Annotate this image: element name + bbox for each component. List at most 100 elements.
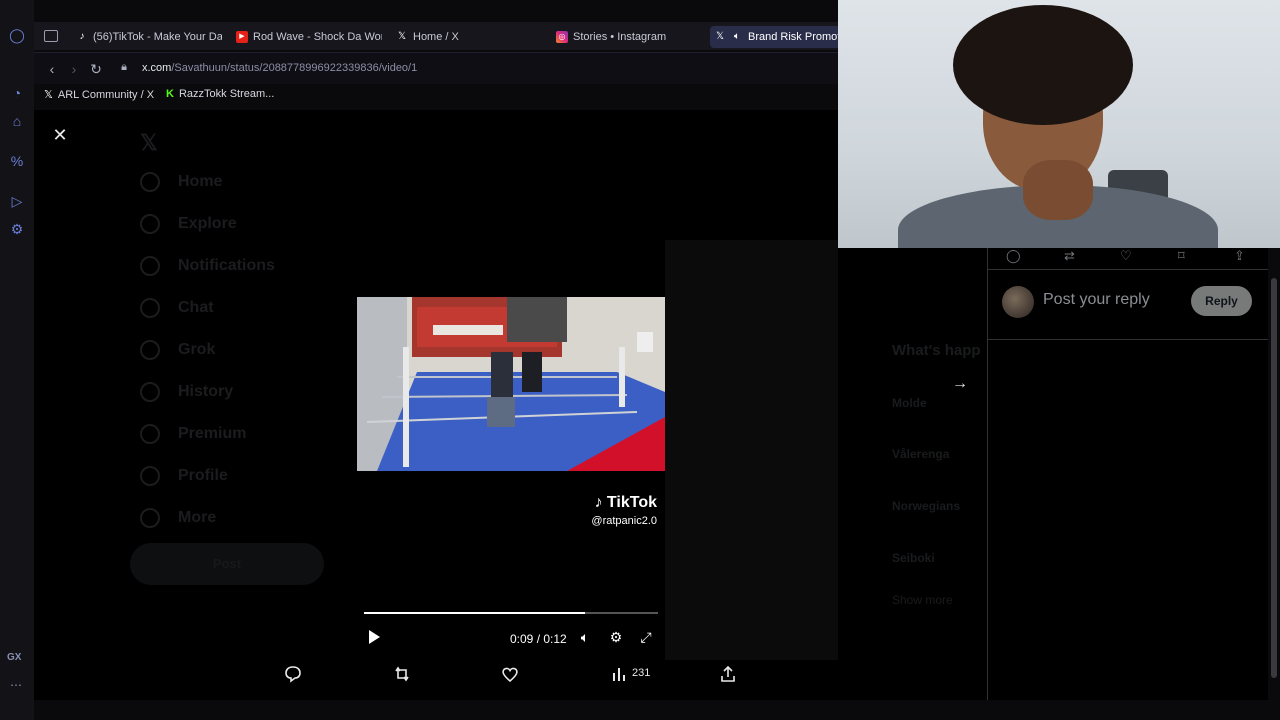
post-button-dimmed: Post <box>130 543 324 585</box>
url-path: /Savathuun/status/2088778996922339836/vi… <box>171 62 418 74</box>
nav-premium: Premium <box>140 424 246 444</box>
tweet-action-bar: 231 <box>270 665 750 691</box>
tab-label: Stories • Instagram <box>573 31 667 43</box>
duration: 0:12 <box>543 632 567 646</box>
views-stat[interactable]: 231 <box>612 665 650 681</box>
close-media-button[interactable]: ✕ <box>50 125 70 145</box>
nav-grok: Grok <box>140 340 215 360</box>
send-icon[interactable]: ▷ <box>8 192 26 210</box>
video-controls: 0:09 / 0:12 🔈︎ ⚙ ⤢ <box>357 628 665 650</box>
nav-label: Profile <box>178 467 228 484</box>
back-button[interactable]: ‹ <box>44 61 60 77</box>
avatar[interactable] <box>1002 286 1034 318</box>
speaker-icon[interactable]: 🔈︎ <box>731 31 743 43</box>
aria-icon[interactable]: ⌂ <box>8 112 26 130</box>
bookmark-arl[interactable]: 𝕏 ARL Community / X <box>44 88 154 102</box>
reply-button[interactable]: Reply <box>1191 286 1252 316</box>
tab-instagram[interactable]: ◎ Stories • Instagram <box>552 26 702 48</box>
speed-dial-icon[interactable]: ◔ <box>8 84 26 102</box>
tiktok-icon: ♪ <box>594 494 603 511</box>
tab-label: Brand Risk Promoti <box>748 31 840 43</box>
tab-menu-icon[interactable] <box>44 30 58 42</box>
current-time: 0:09 <box>510 632 534 646</box>
share-icon[interactable]: ⇪ <box>1234 248 1245 264</box>
nav-label: More <box>178 509 217 526</box>
like-icon[interactable]: ♡ <box>1120 248 1132 264</box>
nav-label: History <box>178 383 234 400</box>
nav-label: Notifications <box>178 257 275 274</box>
play-icon[interactable] <box>369 630 380 644</box>
nav-notifications: Notifications <box>140 256 275 276</box>
nav-label: Explore <box>178 215 237 232</box>
nav-label: Grok <box>178 341 216 358</box>
youtube-icon: ▶ <box>236 31 248 43</box>
video-progress-fill <box>364 612 585 614</box>
tab-label: Rod Wave - Shock Da World <box>253 31 382 43</box>
watermark-brand: TikTok <box>606 494 657 511</box>
time-separator: / <box>533 632 544 646</box>
nav-label: Home <box>178 173 223 190</box>
trends-heading: What's happ <box>892 342 981 359</box>
volume-icon[interactable]: 🔈︎ <box>577 629 593 645</box>
nav-more: More <box>140 508 216 528</box>
address-bar: ‹ › ↻ 🔒︎ x.com/Savathuun/status/20887789… <box>34 52 838 84</box>
x-logo-icon: 𝕏 <box>140 130 158 155</box>
settings-icon[interactable]: ⚙ <box>8 220 26 238</box>
nav-home: Home <box>140 172 222 192</box>
views-count: 231 <box>632 667 651 679</box>
kick-icon: K <box>166 88 174 100</box>
gx-label[interactable]: GX <box>7 652 21 663</box>
reply-composer: Post your reply Reply <box>988 270 1269 340</box>
video-progress-bar[interactable] <box>364 612 658 614</box>
tiktok-watermark: ♪ TikTok @ratpanic2.0 <box>591 494 657 527</box>
analytics-icon <box>613 668 625 681</box>
instagram-icon: ◎ <box>556 31 568 43</box>
repost-icon[interactable] <box>393 665 411 683</box>
reply-icon[interactable] <box>284 665 302 683</box>
video-frame-boxing-gym <box>357 297 665 471</box>
tab-tiktok[interactable]: ♪ (56)TikTok - Make Your Day <box>72 26 223 48</box>
percent-icon[interactable]: % <box>8 152 26 170</box>
share-icon[interactable] <box>719 665 737 683</box>
settings-gear-icon[interactable]: ⚙ <box>608 629 624 645</box>
dimmed-tweet-panel <box>665 240 838 660</box>
video-time: 0:09 / 0:12 <box>510 632 567 646</box>
bookmarks-bar: 𝕏 ARL Community / X K RazzTokk Stream... <box>34 85 838 107</box>
video-player[interactable]: ♪ TikTok @ratpanic2.0 0:09 / 0:12 🔈︎ ⚙ ⤢ <box>357 110 665 658</box>
nav-profile: Profile <box>140 466 228 486</box>
nav-label: Chat <box>178 299 214 316</box>
tab-brand-risk[interactable]: 𝕏 🔈︎ Brand Risk Promoti <box>710 26 840 48</box>
url-field[interactable]: x.com/Savathuun/status/20887789969223398… <box>142 62 417 74</box>
show-more-link: Show more <box>892 593 953 607</box>
more-dots-icon[interactable]: ⋯ <box>10 678 22 692</box>
bookmark-razztokk[interactable]: K RazzTokk Stream... <box>166 88 274 100</box>
tab-bar: ♪ (56)TikTok - Make Your Day ▶ Rod Wave … <box>34 22 840 50</box>
x-logo-icon: 𝕏 <box>44 89 53 101</box>
trend-item: Molde <box>892 396 927 410</box>
bookmark-label: RazzTokk Stream... <box>178 88 275 100</box>
opera-logo-icon[interactable]: ◯ <box>8 26 26 44</box>
tab-home-x[interactable]: 𝕏 Home / X <box>392 26 542 48</box>
repost-icon[interactable]: ⇄ <box>1064 248 1075 264</box>
reply-icon[interactable]: ◯ <box>1006 248 1021 264</box>
nav-label: Premium <box>178 425 247 442</box>
reply-input[interactable]: Post your reply <box>1043 291 1150 309</box>
scrollbar-thumb[interactable] <box>1271 278 1277 678</box>
trend-item: Norwegians <box>892 499 961 513</box>
next-media-arrow-icon[interactable]: → <box>952 375 968 393</box>
tab-label: Home / X <box>413 31 459 43</box>
trend-item: Vålerenga <box>892 447 950 461</box>
nav-explore: Explore <box>140 214 237 234</box>
forward-button[interactable]: › <box>66 61 82 77</box>
bookmark-icon[interactable]: ⌑ <box>1178 248 1185 264</box>
webcam-overlay <box>838 0 1280 248</box>
reply-panel-actions: ◯ ⇄ ♡ ⌑ ⇪ <box>988 248 1269 270</box>
tab-youtube[interactable]: ▶ Rod Wave - Shock Da World <box>232 26 382 48</box>
scrollbar[interactable] <box>1268 248 1280 700</box>
browser-sidebar: ◯ ◔ ⌂ % ▷ ⚙ GX ⋯ <box>0 0 34 720</box>
fullscreen-icon[interactable]: ⤢ <box>638 629 654 645</box>
watermark-handle: @ratpanic2.0 <box>591 515 657 527</box>
trend-item: Seiboki <box>892 551 935 565</box>
like-icon[interactable] <box>501 665 519 683</box>
reload-button[interactable]: ↻ <box>88 61 104 78</box>
